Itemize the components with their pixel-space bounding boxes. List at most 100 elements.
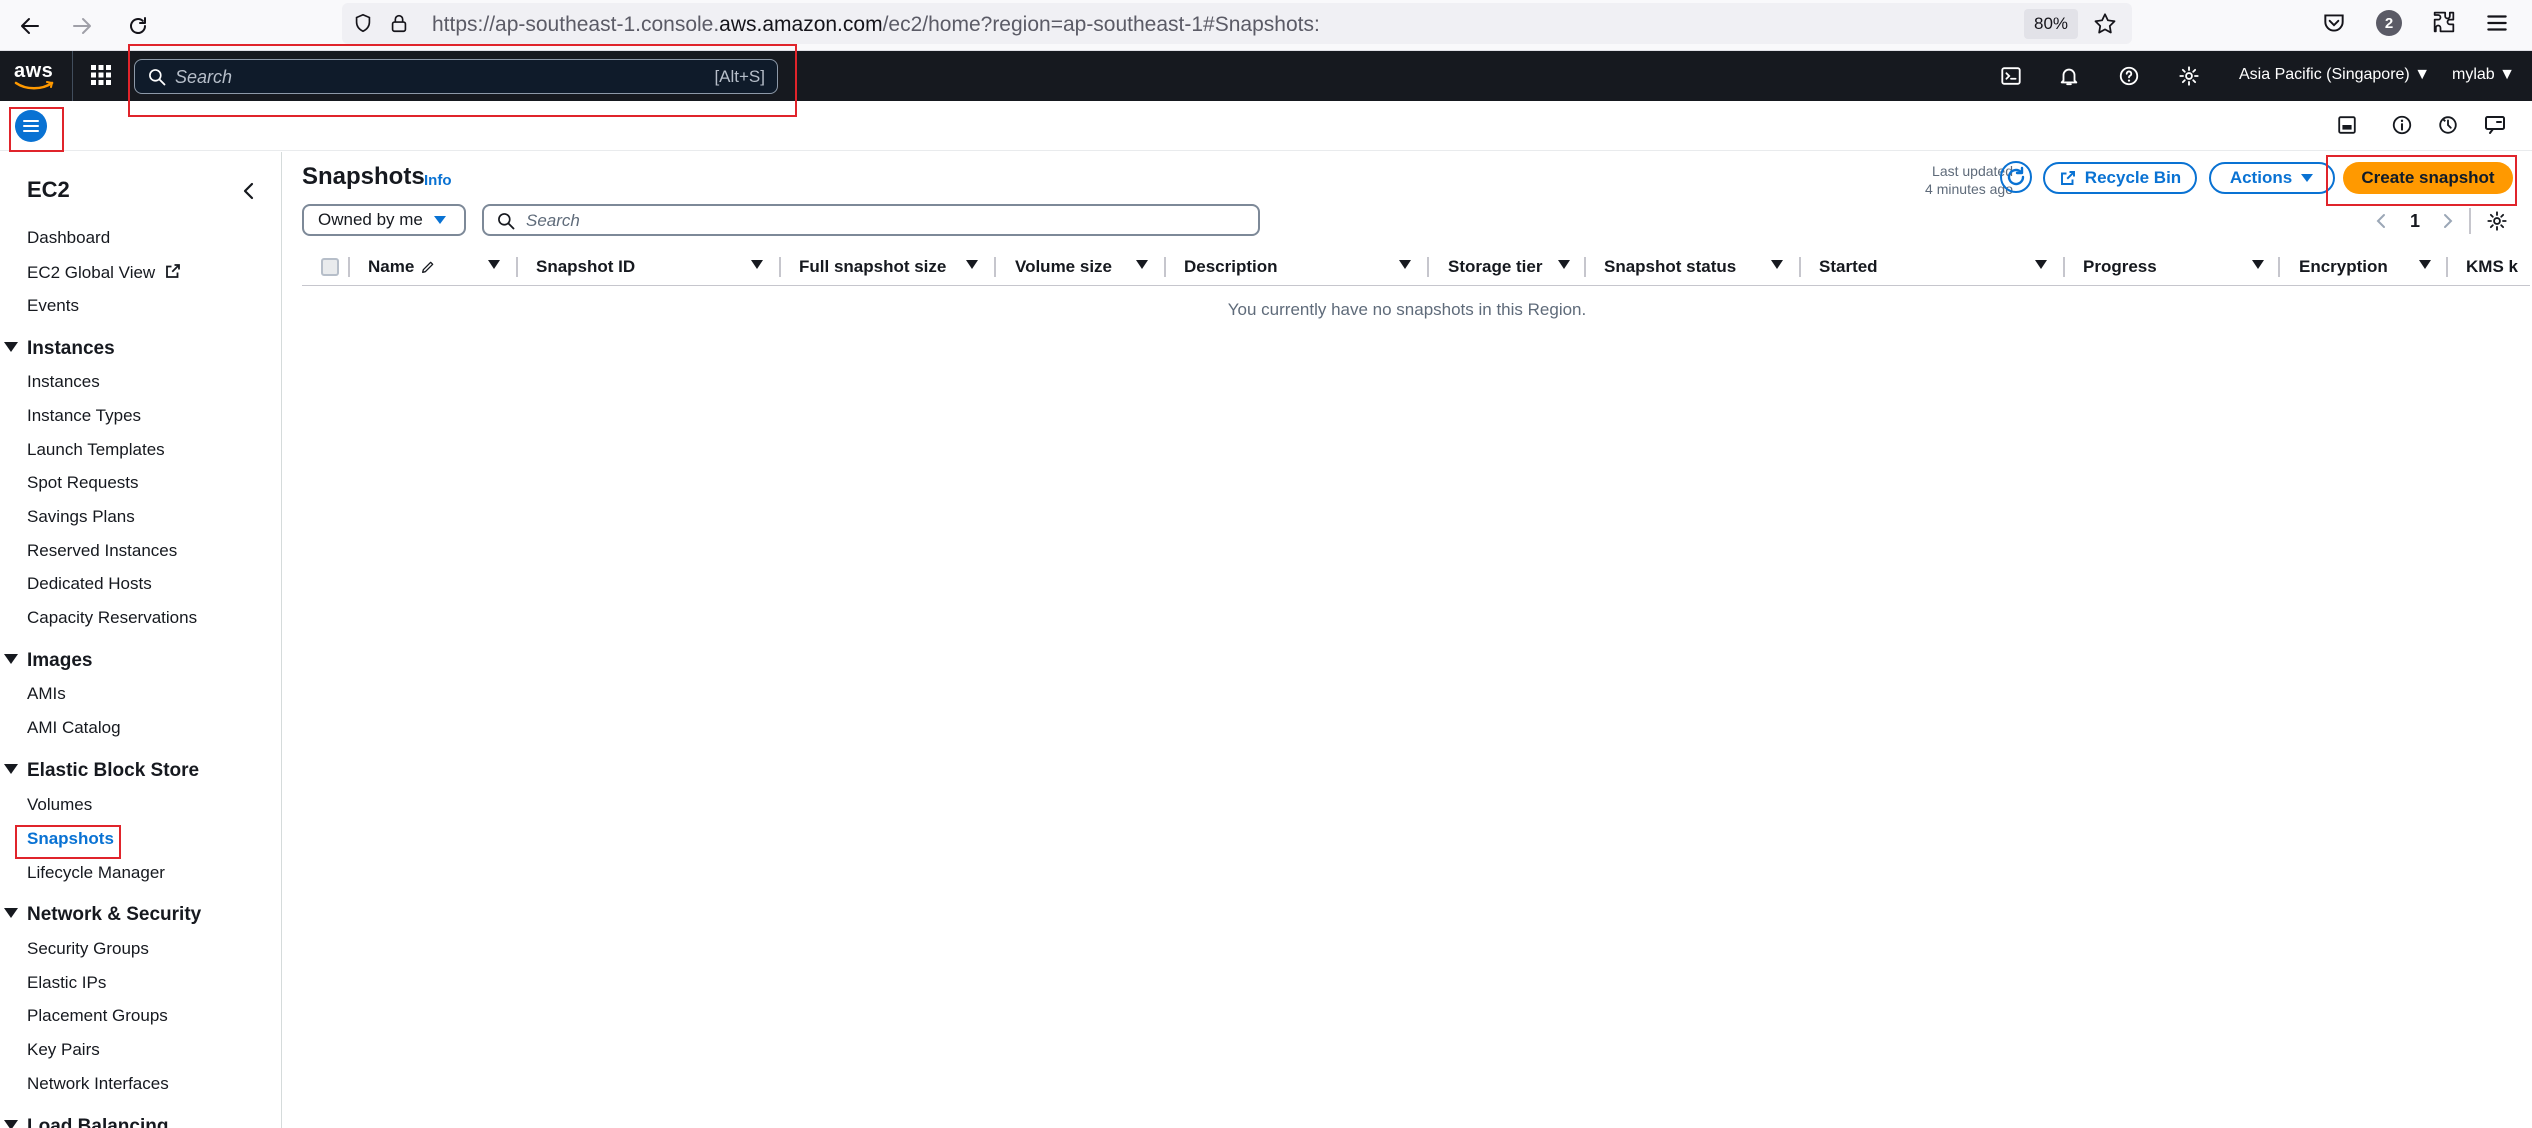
back-button[interactable] xyxy=(12,8,48,44)
column-header-started[interactable]: Started xyxy=(1819,248,1878,285)
sidebar-section-images[interactable]: Images xyxy=(4,650,92,672)
sidebar-item-capacity-reservations[interactable]: Capacity Reservations xyxy=(27,608,197,628)
sidebar-item-ami-catalog[interactable]: AMI Catalog xyxy=(27,718,121,738)
forward-button[interactable] xyxy=(64,8,100,44)
sidebar-item-placement-groups[interactable]: Placement Groups xyxy=(27,1006,168,1026)
sidebar-item-elastic-ips[interactable]: Elastic IPs xyxy=(27,973,106,993)
star-icon[interactable] xyxy=(2092,11,2118,37)
sidebar-item-snapshots[interactable]: Snapshots xyxy=(27,829,114,849)
help-icon xyxy=(2119,66,2139,86)
sidebar-item-reserved-instances[interactable]: Reserved Instances xyxy=(27,541,177,561)
sort-caret-icon[interactable] xyxy=(2419,260,2431,269)
sidebar-section-instances[interactable]: Instances xyxy=(4,338,115,360)
sidebar-item-spot-requests[interactable]: Spot Requests xyxy=(27,473,139,493)
aws-logo[interactable]: aws xyxy=(14,60,54,91)
sort-caret-icon[interactable] xyxy=(1399,260,1411,269)
sidebar-item-key-pairs[interactable]: Key Pairs xyxy=(27,1040,100,1060)
menu-icon xyxy=(23,120,39,132)
side-nav-toggle-button[interactable] xyxy=(15,110,47,142)
sidebar-section-elastic-block-store[interactable]: Elastic Block Store xyxy=(4,760,199,782)
refresh-button[interactable] xyxy=(1999,160,2033,194)
sidebar-item-instances[interactable]: Instances xyxy=(27,372,100,392)
reload-icon xyxy=(130,17,146,34)
account-menu[interactable]: mylab ▼ xyxy=(2452,66,2515,84)
cloudshell-button[interactable] xyxy=(1996,61,2026,91)
zoom-level[interactable]: 80% xyxy=(2024,9,2078,39)
page-title: Snapshots xyxy=(302,163,425,190)
owner-filter-select[interactable]: Owned by me xyxy=(302,204,466,236)
sidebar-item-savings-plans[interactable]: Savings Plans xyxy=(27,507,135,527)
sort-caret-icon[interactable] xyxy=(1136,260,1148,269)
extensions-icon[interactable] xyxy=(2430,8,2458,36)
feedback-icon[interactable] xyxy=(2483,113,2507,137)
column-header-volume-size[interactable]: Volume size xyxy=(1015,248,1112,285)
column-header-name[interactable]: Name xyxy=(368,248,436,285)
reload-button[interactable] xyxy=(120,8,156,44)
column-header-full-snapshot-size[interactable]: Full snapshot size xyxy=(799,248,946,285)
sidebar-item-dashboard[interactable]: Dashboard xyxy=(27,228,110,248)
snapshot-search-input[interactable]: Search xyxy=(482,204,1260,236)
sort-caret-icon[interactable] xyxy=(751,260,763,269)
sort-caret-icon[interactable] xyxy=(1558,260,1570,269)
account-badge[interactable]: 2 xyxy=(2376,10,2402,36)
sidebar-item-network-interfaces[interactable]: Network Interfaces xyxy=(27,1074,169,1094)
column-divider xyxy=(994,257,996,277)
column-header-encryption[interactable]: Encryption xyxy=(2299,248,2388,285)
sidebar-section-load-balancing[interactable]: Load Balancing xyxy=(4,1116,168,1128)
collapse-nav-button[interactable] xyxy=(236,176,260,206)
column-header-storage-tier[interactable]: Storage tier xyxy=(1448,248,1542,285)
column-header-snapshot-status[interactable]: Snapshot status xyxy=(1604,248,1736,285)
address-bar[interactable]: https://ap-southeast-1.console.aws.amazo… xyxy=(342,3,2132,44)
sidebar-item-ec2-global-view[interactable]: EC2 Global View xyxy=(27,262,182,283)
create-snapshot-button[interactable]: Create snapshot xyxy=(2343,162,2513,194)
column-header-description[interactable]: Description xyxy=(1184,248,1278,285)
region-selector[interactable]: Asia Pacific (Singapore) ▼ xyxy=(2239,66,2430,84)
info-panel-icon[interactable] xyxy=(2391,114,2413,136)
next-page-button[interactable] xyxy=(2435,208,2461,234)
terminal-icon xyxy=(2001,67,2021,85)
prev-page-button[interactable] xyxy=(2368,208,2394,234)
recycle-bin-button[interactable]: Recycle Bin xyxy=(2043,162,2197,194)
sidebar-item-launch-templates[interactable]: Launch Templates xyxy=(27,440,165,460)
sort-caret-icon[interactable] xyxy=(2252,260,2264,269)
browser-menu-icon[interactable] xyxy=(2484,10,2510,36)
sort-caret-icon[interactable] xyxy=(2035,260,2047,269)
section-label: Images xyxy=(27,650,93,671)
sidebar-item-events[interactable]: Events xyxy=(27,296,79,316)
panel-icon[interactable] xyxy=(2336,114,2358,136)
sort-caret-icon[interactable] xyxy=(488,260,500,269)
column-divider xyxy=(1584,257,1586,277)
caret-down-icon xyxy=(4,1120,18,1128)
settings-button[interactable] xyxy=(2174,61,2204,91)
sidebar-item-amis[interactable]: AMIs xyxy=(27,684,66,704)
column-divider xyxy=(516,257,518,277)
select-all-checkbox[interactable] xyxy=(321,258,339,276)
aws-top-nav: aws Search [Alt+S] Asia Pacific (Singapo… xyxy=(0,51,2532,101)
help-button[interactable] xyxy=(2114,61,2144,91)
sidebar-section-network-security[interactable]: Network & Security xyxy=(4,904,201,926)
service-title[interactable]: EC2 xyxy=(27,177,70,203)
history-icon[interactable] xyxy=(2437,114,2459,136)
column-header-snapshot-id[interactable]: Snapshot ID xyxy=(536,248,635,285)
sidebar-item-volumes[interactable]: Volumes xyxy=(27,795,92,815)
chevron-left-icon xyxy=(243,182,254,200)
sidebar-item-security-groups[interactable]: Security Groups xyxy=(27,939,149,959)
arrow-left-icon xyxy=(21,18,39,34)
sidebar-item-instance-types[interactable]: Instance Types xyxy=(27,406,141,426)
sort-caret-icon[interactable] xyxy=(1771,260,1783,269)
table-preferences-button[interactable] xyxy=(2483,208,2511,234)
page-number[interactable]: 1 xyxy=(2402,208,2428,234)
sort-caret-icon[interactable] xyxy=(966,260,978,269)
info-link[interactable]: Info xyxy=(424,172,452,189)
pocket-icon[interactable] xyxy=(2321,10,2347,36)
column-header-progress[interactable]: Progress xyxy=(2083,248,2157,285)
notifications-button[interactable] xyxy=(2054,61,2084,91)
sidebar-item-dedicated-hosts[interactable]: Dedicated Hosts xyxy=(27,574,152,594)
services-grid-icon[interactable] xyxy=(90,64,112,86)
column-header-kms-key[interactable]: KMS k xyxy=(2466,248,2518,285)
recycle-bin-label: Recycle Bin xyxy=(2084,168,2182,187)
actions-dropdown[interactable]: Actions xyxy=(2209,162,2335,194)
global-search-input[interactable]: Search [Alt+S] xyxy=(134,59,778,94)
sidebar-item-lifecycle-manager[interactable]: Lifecycle Manager xyxy=(27,863,165,883)
column-label: Name xyxy=(368,257,415,276)
